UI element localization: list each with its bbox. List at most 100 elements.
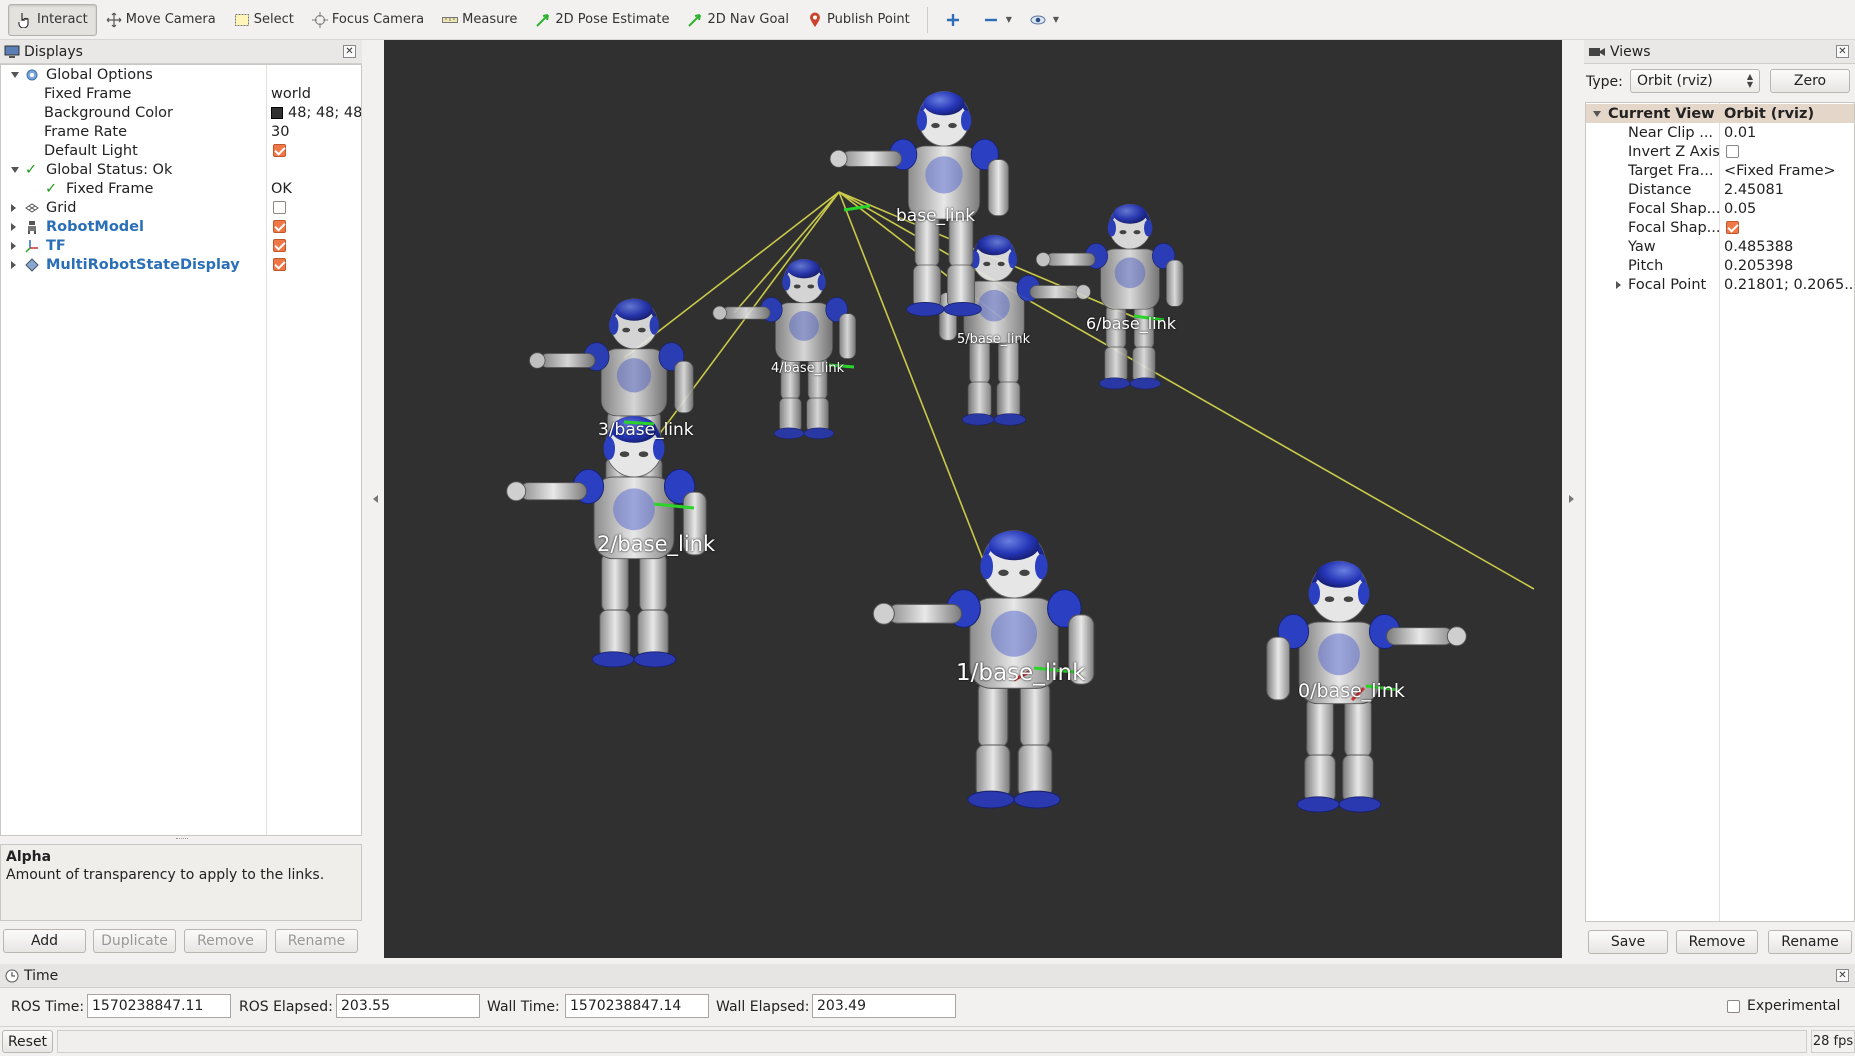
target-frame-value[interactable]: <Fixed Frame> [1724, 163, 1836, 179]
wall-elapsed-field[interactable]: 203.49 [812, 994, 956, 1018]
eye-icon [1030, 12, 1046, 28]
color-swatch[interactable] [271, 106, 283, 119]
scene-canvas [506, 91, 1535, 813]
close-icon[interactable]: ✕ [1836, 45, 1849, 58]
default-light-checkbox[interactable] [273, 144, 286, 157]
view-type-select[interactable]: Orbit (rviz) ▲ ▼ [1630, 69, 1760, 93]
tree-label: Frame Rate [44, 123, 128, 140]
rename-view-button[interactable]: Rename [1768, 930, 1852, 954]
pitch-value[interactable]: 0.205398 [1724, 258, 1793, 274]
expand-arrow-icon[interactable] [1616, 280, 1621, 289]
frame-label-1: 1/base_link [956, 660, 1086, 686]
experimental-label: Experimental [1747, 998, 1841, 1014]
multi-robot-checkbox[interactable] [273, 258, 286, 271]
axes-icon [25, 239, 39, 253]
expand-arrow-icon[interactable] [11, 241, 16, 250]
measure-tool-button[interactable]: Measure [433, 4, 526, 36]
view-properties-tree: Current View Orbit (rviz) Near Clip ... … [1585, 102, 1855, 922]
focal-shape-fixed-checkbox[interactable] [1726, 221, 1739, 234]
frame-rate-value[interactable]: 30 [271, 124, 289, 140]
move-camera-tool-button[interactable]: Move Camera [97, 4, 225, 36]
gear-icon [25, 68, 39, 82]
wall-time-label: Wall Time: [487, 999, 560, 1015]
expand-arrow-icon[interactable] [1593, 110, 1601, 117]
3d-render-viewport[interactable]: base_link 6/base_link 5/base_link 4/base… [384, 40, 1562, 958]
zero-view-button[interactable]: Zero [1770, 69, 1850, 93]
focal-point-value[interactable]: 0.21801; 0.2065... [1724, 277, 1854, 293]
ros-time-field[interactable]: 1570238847.11 [87, 994, 231, 1018]
checkmark-icon: ✓ [45, 180, 58, 197]
tree-label: Grid [46, 199, 77, 216]
tree-label: Current View [1608, 105, 1715, 122]
distance-value[interactable]: 2.45081 [1724, 182, 1784, 198]
view-type-value: Orbit (rviz) [1637, 73, 1713, 89]
wall-time-field[interactable]: 1570238847.14 [565, 994, 709, 1018]
tree-label: Focal Point [1628, 276, 1707, 293]
plus-icon [945, 12, 961, 28]
close-icon[interactable]: ✕ [1836, 969, 1849, 982]
chevron-down-icon: ▼ [1052, 15, 1060, 24]
current-view-header-row[interactable]: Current View Orbit (rviz) [1586, 104, 1854, 123]
near-clip-value[interactable]: 0.01 [1724, 125, 1756, 141]
tree-label: Fixed Frame [44, 85, 132, 102]
fps-readout: 28 fps [1811, 1030, 1855, 1053]
fixed-frame-value[interactable]: world [271, 86, 311, 102]
view-type-label: Type: [1586, 74, 1623, 90]
fixed-frame-status-value: OK [271, 180, 292, 197]
focus-camera-tool-button[interactable]: Focus Camera [303, 4, 433, 36]
views-panel-header: Views ✕ [1584, 40, 1855, 64]
focal-shape-size-value[interactable]: 0.05 [1724, 201, 1756, 217]
rename-display-button[interactable]: Rename [275, 929, 358, 953]
map-pin-icon [807, 12, 823, 28]
2d-pose-estimate-tool-label: 2D Pose Estimate [555, 12, 670, 27]
select-tool-button[interactable]: Select [225, 4, 303, 36]
interact-tool-button[interactable]: Interact [8, 3, 97, 36]
add-display-button[interactable]: Add [3, 929, 86, 953]
expand-arrow-icon[interactable] [11, 166, 19, 173]
expand-arrow-icon[interactable] [11, 222, 16, 231]
tree-label: RobotModel [46, 218, 144, 235]
experimental-checkbox[interactable] [1727, 1000, 1740, 1013]
main-toolbar: Interact Move Camera Select Focus Camera… [0, 0, 1855, 40]
spin-arrows-icon: ▲ ▼ [1746, 72, 1753, 89]
tf-checkbox[interactable] [273, 239, 286, 252]
close-icon[interactable]: ✕ [343, 45, 356, 58]
remove-view-button[interactable]: Remove [1676, 930, 1758, 954]
column-divider [266, 65, 267, 835]
select-rectangle-icon [234, 12, 250, 28]
frame-label-5: 5/base_link [957, 332, 1031, 347]
2d-nav-goal-tool-button[interactable]: 2D Nav Goal [678, 4, 798, 36]
2d-pose-estimate-tool-button[interactable]: 2D Pose Estimate [526, 4, 678, 36]
clock-icon [5, 969, 19, 983]
tool-properties-button[interactable]: ▼ [1021, 4, 1068, 36]
duplicate-display-button[interactable]: Duplicate [93, 929, 176, 953]
time-panel-header: Time ✕ [0, 964, 1855, 988]
ruler-icon [442, 12, 459, 28]
add-tool-button[interactable] [936, 4, 974, 36]
expand-arrow-icon[interactable] [11, 260, 16, 269]
frame-label-6: 6/base_link [1086, 314, 1177, 333]
save-view-button[interactable]: Save [1588, 930, 1668, 954]
description-text: Amount of transparency to apply to the l… [6, 867, 325, 883]
yaw-value[interactable]: 0.485388 [1724, 239, 1793, 255]
background-color-value[interactable]: 48; 48; 48 [288, 105, 361, 121]
ros-elapsed-field[interactable]: 203.55 [336, 994, 480, 1018]
invert-z-checkbox[interactable] [1726, 145, 1739, 158]
time-panel-title: Time [24, 967, 59, 984]
robot-icon [25, 220, 39, 234]
remove-tool-button[interactable]: ▼ [974, 4, 1021, 36]
collapse-right-panel-icon[interactable] [1569, 495, 1574, 503]
expand-arrow-icon[interactable] [11, 71, 19, 78]
collapse-left-panel-icon[interactable] [373, 495, 378, 503]
publish-point-tool-button[interactable]: Publish Point [798, 4, 919, 36]
tree-label: Focal Shap... [1628, 219, 1721, 236]
splitter-grip[interactable] [176, 838, 188, 841]
expand-arrow-icon[interactable] [11, 203, 16, 212]
green-arrow-icon [687, 12, 703, 28]
reset-button[interactable]: Reset [2, 1030, 53, 1053]
chevron-down-icon: ▼ [1005, 15, 1012, 24]
robot-model-checkbox[interactable] [273, 220, 286, 233]
grid-checkbox[interactable] [273, 201, 286, 214]
displays-tree: Global Options Fixed Frame world Backgro… [0, 64, 362, 836]
remove-display-button[interactable]: Remove [184, 929, 267, 953]
